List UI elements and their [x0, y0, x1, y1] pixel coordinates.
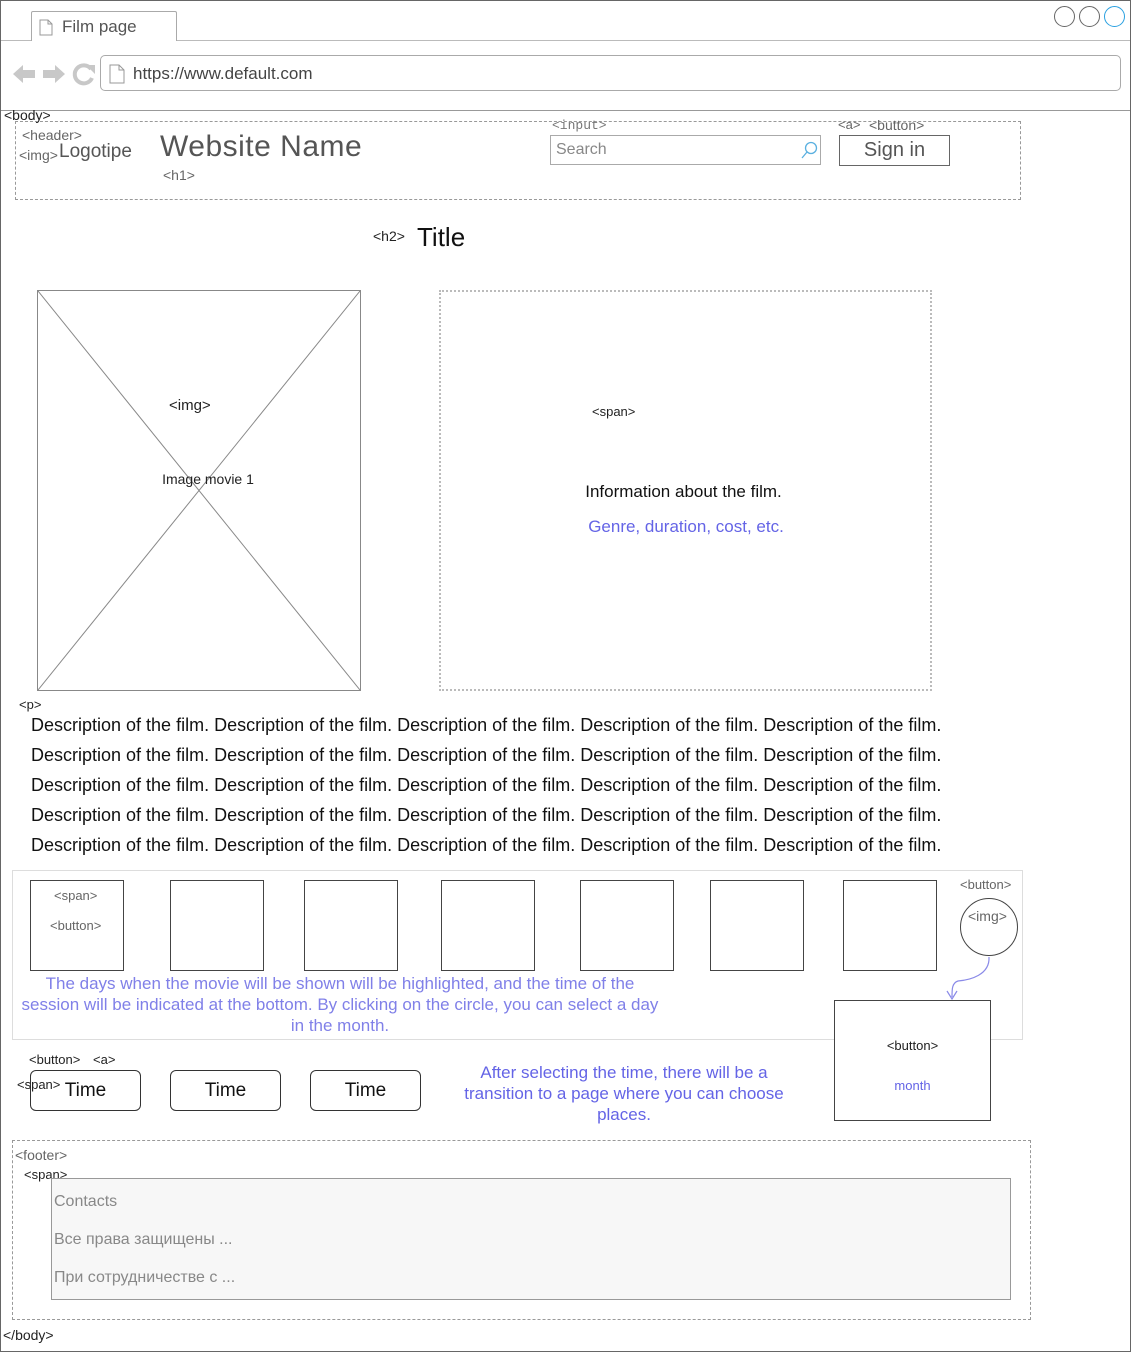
footer-rights: Все права защищены ...: [54, 1231, 233, 1248]
page-title: Title: [417, 222, 466, 252]
tab-title: Film page: [62, 17, 137, 36]
span-tag: <span>: [54, 888, 98, 903]
button-tag: <button>: [886, 1038, 939, 1053]
span-tag: <span>: [592, 404, 636, 419]
day-button-2[interactable]: [170, 880, 264, 971]
button-tag: <button>: [50, 918, 102, 933]
a-tag: <a>: [838, 117, 861, 132]
page-icon: [109, 64, 125, 84]
day-button-1[interactable]: <span> <button>: [30, 880, 124, 971]
button-tag: <button>: [869, 117, 925, 133]
window-close-button[interactable]: [1104, 6, 1125, 27]
img-tag: <img>: [968, 908, 1007, 924]
logo[interactable]: Logotipe: [59, 141, 132, 163]
h1-tag: <h1>: [163, 167, 195, 183]
day-button-7[interactable]: [843, 880, 937, 971]
film-description: Description of the film. Description of …: [31, 715, 942, 855]
img-tag: <img>: [19, 147, 58, 163]
site-name: Website Name: [160, 130, 363, 163]
img-tag: <img>: [169, 397, 211, 414]
browser-tab[interactable]: Film page: [31, 11, 177, 42]
day-button-5[interactable]: [580, 880, 674, 971]
footer-contacts[interactable]: Contacts: [54, 1193, 117, 1211]
month-picker-circle[interactable]: <img>: [960, 898, 1018, 956]
film-info-subtext: Genre, duration, cost, etc.: [588, 517, 784, 536]
back-icon[interactable]: [11, 61, 37, 87]
browser-titlebar: Film page: [1, 1, 1130, 42]
film-info-box: <span> Information about the film. Genre…: [439, 290, 932, 691]
day-button-4[interactable]: [441, 880, 535, 971]
image-placeholder-icon: [38, 291, 360, 690]
h2-tag: <h2>: [373, 228, 405, 244]
button-tag: <button>: [960, 877, 1012, 892]
poster-label: Image movie 1: [162, 471, 254, 487]
window-minimize-button[interactable]: [1054, 6, 1075, 27]
search-placeholder: Search: [556, 141, 607, 158]
time-button-3[interactable]: Time: [310, 1070, 421, 1111]
film-info-text: Information about the film.: [585, 482, 782, 501]
window-maximize-button[interactable]: [1079, 6, 1100, 27]
month-button[interactable]: <button> month: [834, 1000, 991, 1121]
footer-content: Contacts Все права защищены ... При сотр…: [51, 1178, 1011, 1300]
time-button-2[interactable]: Time: [170, 1070, 281, 1111]
forward-icon[interactable]: [41, 61, 67, 87]
search-input[interactable]: Search: [550, 135, 821, 165]
url-input[interactable]: https://www.default.com: [100, 55, 1121, 91]
sessions-note: After selecting the time, there will be …: [464, 1063, 784, 1124]
button-tag: <button>: [29, 1052, 81, 1067]
url-text: https://www.default.com: [133, 64, 313, 83]
reload-icon[interactable]: [71, 61, 97, 87]
movie-poster: <img> Image movie 1: [37, 290, 361, 691]
month-label: month: [894, 1078, 931, 1093]
sign-in-button[interactable]: Sign in: [839, 135, 950, 166]
footer-partner: При сотрудничестве с ...: [54, 1269, 236, 1286]
day-button-3[interactable]: [304, 880, 398, 971]
calendar-note: The days when the movie will be shown wi…: [21, 974, 659, 1035]
footer-tag: <footer>: [15, 1147, 68, 1163]
body-close-tag: </body>: [3, 1327, 54, 1343]
page-icon: [39, 19, 53, 36]
search-icon[interactable]: [800, 141, 818, 161]
a-tag: <a>: [93, 1052, 116, 1067]
span-tag: <span>: [17, 1077, 61, 1092]
arrow-icon: [946, 956, 990, 1001]
day-button-6[interactable]: [710, 880, 804, 971]
input-tag: <input>: [552, 118, 607, 133]
browser-toolbar: https://www.default.com: [1, 41, 1130, 111]
